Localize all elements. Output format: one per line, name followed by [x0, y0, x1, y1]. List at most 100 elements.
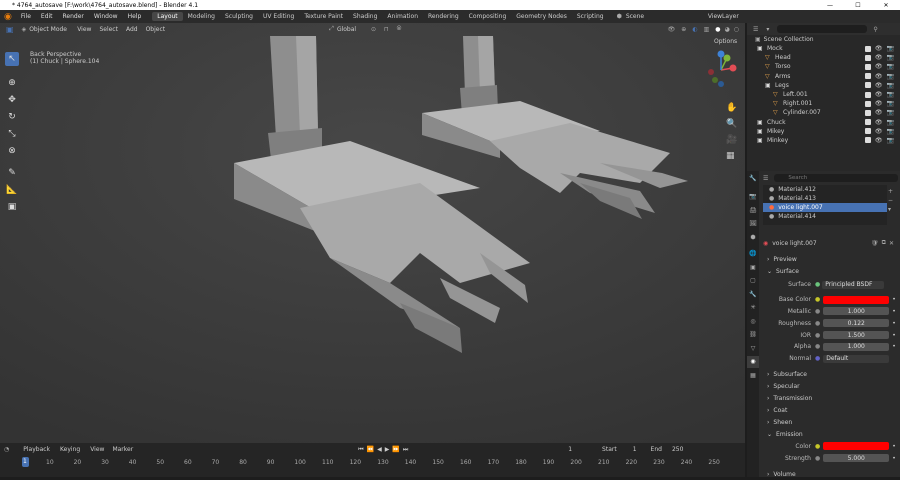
eye-icon[interactable]: 👁: [875, 63, 883, 70]
transform-tool-icon[interactable]: ⊗: [5, 144, 19, 158]
viewport-menu-view[interactable]: View: [73, 26, 95, 33]
menu-edit[interactable]: Edit: [36, 13, 58, 20]
select-tool-icon[interactable]: ↖: [5, 52, 19, 66]
material-name-field[interactable]: voice light.007: [772, 240, 871, 247]
color-swatch[interactable]: [823, 295, 890, 304]
view-layer-selector[interactable]: ViewLayer: [708, 13, 778, 20]
tool-tab-icon[interactable]: 🔧: [747, 172, 759, 185]
render-tab-icon[interactable]: 📷: [747, 191, 759, 204]
fake-user-icon[interactable]: 🛡: [871, 240, 879, 247]
tab-compositing[interactable]: Compositing: [464, 12, 512, 21]
outliner-item[interactable]: ▣ Legs 👁 📷: [747, 81, 900, 90]
options-button[interactable]: Options: [714, 38, 737, 45]
close-button[interactable]: ✕: [872, 2, 900, 9]
shading-solid-icon[interactable]: ●: [715, 26, 720, 33]
emission-color-swatch[interactable]: [823, 442, 890, 451]
duplicate-material-icon[interactable]: ⧉: [882, 239, 886, 247]
current-frame-field[interactable]: 1: [568, 446, 572, 453]
pivot-icon[interactable]: ⊙: [371, 26, 376, 33]
scene-tab-icon[interactable]: ⬢: [747, 231, 759, 244]
filter-icon[interactable]: ▾: [766, 26, 769, 33]
modifier-tab-icon[interactable]: 🔧: [747, 288, 759, 301]
camera-icon[interactable]: 📷: [887, 82, 894, 89]
timeline-menu-view[interactable]: View: [90, 446, 104, 453]
keyframe-dot-icon[interactable]: •: [892, 308, 896, 315]
eye-icon[interactable]: 👁: [875, 137, 883, 144]
keyframe-dot-icon[interactable]: •: [892, 443, 896, 450]
navigation-gizmo[interactable]: [703, 48, 743, 88]
object-tab-icon[interactable]: ▢: [747, 275, 759, 288]
proportional-edit-icon[interactable]: ⦾: [397, 25, 402, 33]
tab-texture-paint[interactable]: Texture Paint: [299, 12, 348, 21]
emission-section[interactable]: ⌄ Emission: [761, 429, 900, 441]
outliner-tree[interactable]: ▣ Mock 👁 📷 ▽ Head 👁 📷 ▽ Torso 👁 📷 ▽ Arms 👁 📷 ▣ Legs 👁 📷 ▽ Lef…: [747, 44, 900, 145]
cursor-tool-icon[interactable]: ⊕: [5, 76, 19, 90]
eye-icon[interactable]: 👁: [875, 54, 883, 61]
maximize-button[interactable]: ☐: [844, 2, 872, 9]
collection-tab-icon[interactable]: ▣: [747, 261, 759, 274]
exclude-checkbox[interactable]: [864, 119, 871, 126]
tab-animation[interactable]: Animation: [382, 12, 423, 21]
exclude-checkbox[interactable]: [864, 100, 871, 107]
3d-viewport[interactable]: [0, 23, 745, 443]
orientation-selector[interactable]: Global: [337, 26, 367, 33]
outliner-item[interactable]: ▣ Minkey 👁 📷: [747, 136, 900, 145]
camera-icon[interactable]: 📷: [887, 91, 894, 98]
eye-icon[interactable]: 👁: [875, 109, 883, 116]
eye-icon[interactable]: 👁: [875, 45, 883, 52]
viewport-menu-select[interactable]: Select: [95, 26, 122, 33]
camera-icon[interactable]: 📷: [887, 109, 894, 116]
value-field[interactable]: 0.122: [823, 319, 890, 328]
exclude-checkbox[interactable]: [864, 109, 871, 116]
viewport-menu-object[interactable]: Object: [142, 26, 170, 33]
camera-icon[interactable]: 📷: [887, 119, 894, 126]
keyframe-dot-icon[interactable]: •: [892, 296, 896, 303]
measure-tool-icon[interactable]: 📐: [5, 183, 19, 197]
surface-section[interactable]: ⌄ Surface: [761, 265, 900, 277]
exclude-checkbox[interactable]: [864, 82, 871, 89]
play-button[interactable]: ▶: [385, 446, 390, 453]
properties-editor-icon[interactable]: ☰: [763, 175, 768, 182]
tab-geometry-nodes[interactable]: Geometry Nodes: [511, 12, 572, 21]
rotate-tool-icon[interactable]: ↻: [5, 110, 19, 124]
tab-sculpting[interactable]: Sculpting: [220, 12, 258, 21]
emission-strength-field[interactable]: 5.000: [823, 454, 890, 463]
mode-selector[interactable]: Object Mode: [29, 26, 69, 33]
end-frame-field[interactable]: 250: [672, 446, 683, 453]
timeline-editor-icon[interactable]: ◔: [4, 446, 9, 453]
timeline-menu-marker[interactable]: Marker: [112, 446, 133, 453]
shading-material-icon[interactable]: ◕: [725, 26, 730, 33]
exclude-checkbox[interactable]: [864, 128, 871, 135]
move-tool-icon[interactable]: ✥: [5, 93, 19, 107]
viewport-scene[interactable]: [0, 23, 745, 443]
pan-icon[interactable]: ✋: [726, 103, 737, 113]
menu-window[interactable]: Window: [89, 13, 123, 20]
camera-view-icon[interactable]: 🎥: [726, 135, 737, 145]
snap-icon[interactable]: ⊓: [384, 26, 389, 33]
view-layer-tab-icon[interactable]: 🖼: [747, 218, 759, 231]
minimize-button[interactable]: —: [816, 2, 844, 9]
keyframe-dot-icon[interactable]: •: [892, 455, 896, 462]
exclude-checkbox[interactable]: [864, 63, 871, 70]
scene-selector[interactable]: Scene: [626, 13, 686, 20]
constraints-tab-icon[interactable]: ⛓: [747, 329, 759, 342]
eye-icon[interactable]: 👁: [875, 100, 883, 107]
outliner-item[interactable]: ▽ Cylinder.007 👁 📷: [747, 108, 900, 117]
volume-section[interactable]: › Volume: [761, 468, 900, 480]
exclude-checkbox[interactable]: [864, 45, 871, 52]
outliner-item[interactable]: ▽ Head 👁 📷: [747, 53, 900, 62]
tab-rendering[interactable]: Rendering: [423, 12, 464, 21]
material-slot[interactable]: ● Material.414: [763, 212, 887, 221]
frame-ruler[interactable]: 10 20 30 40 50 60 70 80 90 100 110 120 130 140 150 160 1…: [0, 458, 745, 467]
properties-search-input[interactable]: Search: [774, 174, 898, 182]
exclude-checkbox[interactable]: [864, 137, 871, 144]
material-slot[interactable]: ● voice light.007: [763, 203, 887, 212]
slot-menu-icon[interactable]: ▾: [888, 205, 893, 214]
eye-icon[interactable]: 👁: [875, 119, 883, 126]
add-cube-tool-icon[interactable]: ▣: [5, 200, 19, 214]
tab-scripting[interactable]: Scripting: [572, 12, 609, 21]
tab-uv-editing[interactable]: UV Editing: [258, 12, 299, 21]
timeline-menu-keying[interactable]: Keying: [60, 446, 80, 453]
scene-collection-row[interactable]: ▣ Scene Collection: [747, 35, 900, 44]
material-slot-list[interactable]: ● Material.412 ● Material.413 ● voice light.0…: [763, 185, 887, 225]
